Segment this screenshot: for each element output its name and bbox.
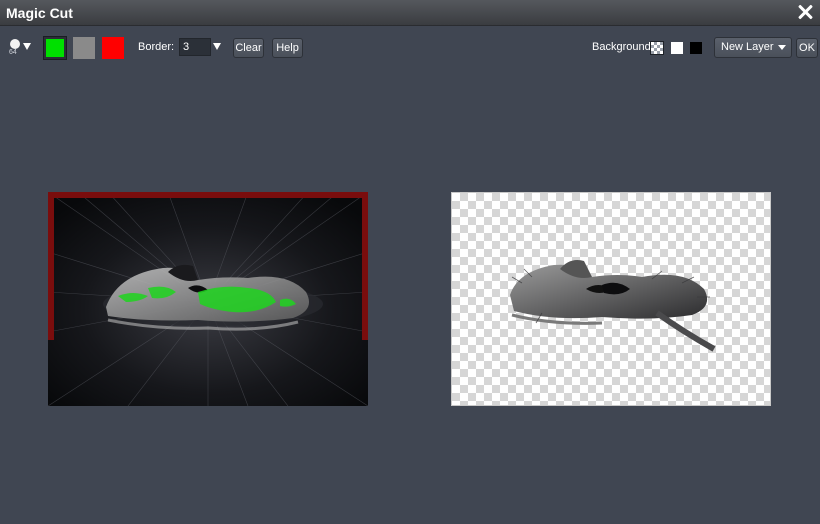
- remove-marker-top: [48, 192, 368, 198]
- result-preview-canvas: [451, 192, 771, 406]
- close-icon[interactable]: [794, 1, 816, 23]
- clear-button[interactable]: Clear: [233, 38, 264, 58]
- border-dropdown-icon[interactable]: [213, 43, 221, 50]
- brush-size-picker[interactable]: 64: [8, 39, 34, 61]
- brush-icon: [10, 39, 20, 49]
- cutout-subject: [510, 260, 716, 352]
- output-select[interactable]: New Layer: [714, 37, 792, 58]
- ok-button[interactable]: OK: [796, 38, 818, 58]
- border-label: Border:: [138, 41, 175, 53]
- remove-marker-left: [48, 192, 54, 340]
- neutral-color-swatch[interactable]: [73, 37, 95, 59]
- remove-marker-right: [362, 192, 368, 340]
- title-bar: Magic Cut: [0, 0, 820, 26]
- help-button[interactable]: Help: [272, 38, 303, 58]
- chevron-down-icon: [23, 43, 31, 50]
- background-label: Background:: [592, 41, 654, 53]
- brush-size-label: 64: [9, 49, 17, 56]
- remove-color-swatch[interactable]: [102, 37, 124, 59]
- background-black-option[interactable]: [690, 42, 702, 54]
- window-title: Magic Cut: [6, 5, 73, 21]
- toolbar: 64 Border: 3 Clear Help Background: New …: [0, 26, 820, 70]
- output-select-value: New Layer: [721, 41, 774, 53]
- border-input[interactable]: 3: [179, 38, 211, 56]
- source-image-canvas[interactable]: [48, 192, 368, 406]
- keep-color-swatch[interactable]: [43, 36, 67, 60]
- background-white-option[interactable]: [671, 42, 683, 54]
- chevron-down-icon: [778, 45, 786, 50]
- background-transparent-option[interactable]: [650, 41, 664, 55]
